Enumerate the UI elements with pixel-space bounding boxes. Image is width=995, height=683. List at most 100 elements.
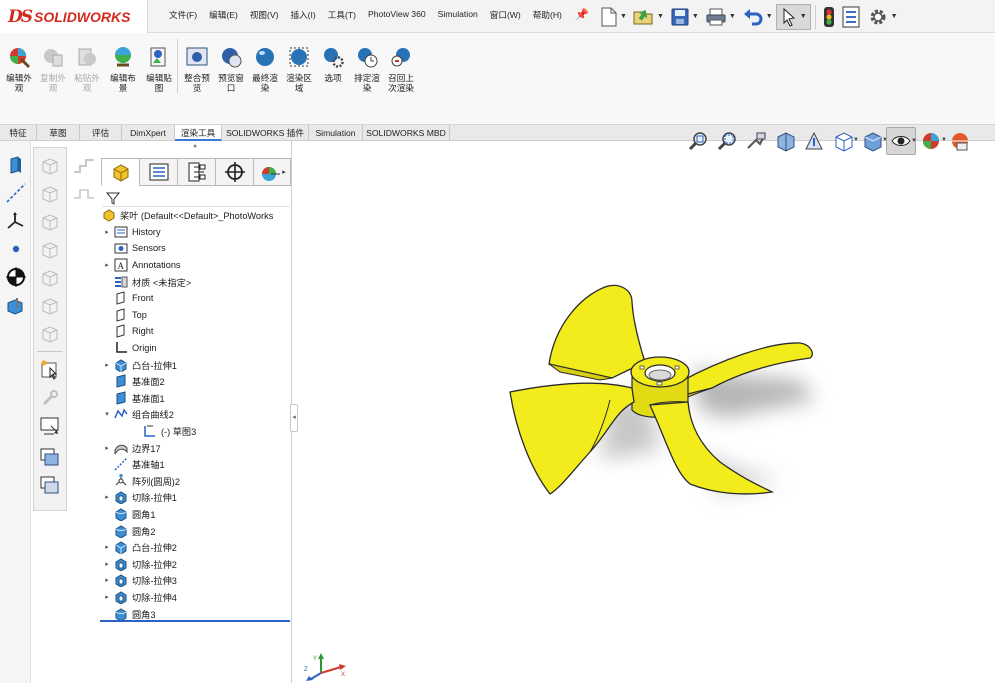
configuration-manager-tab[interactable] — [177, 158, 215, 186]
tree-item[interactable]: 基准轴1 — [100, 456, 292, 473]
expand-arrow-icon[interactable]: ▸ — [103, 593, 111, 601]
paste-appearance-button[interactable]: 粘贴外观 — [70, 45, 104, 93]
part-view-button[interactable] — [4, 153, 27, 176]
tab-sketch[interactable]: 草图 — [37, 125, 80, 141]
save-button[interactable]: ▼ — [667, 4, 702, 30]
reference-triad[interactable]: Y X Z — [303, 651, 349, 683]
tree-item[interactable]: 阵列(圆周)2 — [100, 473, 292, 490]
file-properties-button[interactable] — [838, 4, 864, 30]
expand-arrow-icon[interactable]: ▸ — [103, 444, 111, 452]
tab-solidworks-addins[interactable]: SOLIDWORKS 插件 — [222, 125, 309, 141]
zoom-to-fit-button[interactable] — [683, 127, 712, 155]
tree-item[interactable]: ▸ A Annotations — [100, 257, 292, 274]
filter-surface-bodies-button[interactable] — [38, 238, 62, 262]
chevron-right-icon[interactable]: ▸ — [282, 168, 286, 176]
point-button[interactable] — [4, 237, 27, 260]
menu-file[interactable]: 文件(F) — [163, 9, 203, 21]
pulse-layer-toggle[interactable] — [72, 186, 96, 205]
chevron-down-icon[interactable]: ▼ — [891, 13, 898, 20]
display-manager-tab[interactable]: ▸ — [253, 158, 291, 186]
menu-window[interactable]: 窗口(W) — [484, 9, 527, 21]
tree-item[interactable]: ▸ 切除-拉伸1 — [100, 489, 292, 506]
view-orientation-button[interactable]: ▼ — [828, 127, 859, 155]
expand-arrow-icon[interactable]: ▸ — [103, 228, 111, 236]
solidworks-logo[interactable]: DS SOLIDWORKS — [0, 0, 148, 33]
edit-appearance-hud-button[interactable]: ▼ — [916, 127, 947, 155]
edit-decal-button[interactable]: 编辑贴图 — [142, 45, 176, 93]
open-button[interactable]: ▼ — [630, 4, 667, 30]
graphics-area[interactable] — [293, 157, 995, 683]
center-of-mass-button[interactable] — [4, 265, 27, 288]
recall-last-render-button[interactable]: 召回上次渲染 — [384, 45, 418, 93]
select-tool-button[interactable] — [38, 358, 62, 382]
render-options-button[interactable]: 选项 — [316, 45, 350, 83]
undo-button[interactable]: ▼ — [739, 4, 776, 30]
previous-view-button[interactable] — [741, 127, 770, 155]
new-document-button[interactable]: ▼ — [597, 4, 630, 30]
tree-item[interactable]: (-) 草图3 — [100, 423, 292, 440]
hide-show-items-button[interactable]: ▼ — [886, 127, 917, 155]
expand-arrow-icon[interactable]: ▸ — [103, 493, 111, 501]
propeller-model[interactable] — [293, 157, 995, 683]
edit-scene-button[interactable]: 编辑布景 — [106, 45, 140, 93]
expand-arrow-icon[interactable]: ▸ — [103, 543, 111, 551]
filter-axes-button[interactable] — [38, 294, 62, 318]
chevron-down-icon[interactable]: ▼ — [692, 13, 699, 20]
apply-scene-button[interactable] — [945, 127, 974, 155]
chevron-down-icon[interactable]: ▼ — [800, 13, 807, 20]
property-manager-tab[interactable] — [139, 158, 177, 186]
menu-tools[interactable]: 工具(T) — [322, 9, 362, 21]
measure-button[interactable] — [38, 386, 62, 410]
tree-item[interactable]: 基准面2 — [100, 373, 292, 390]
tree-filter-bar[interactable] — [102, 189, 290, 207]
schedule-render-button[interactable]: 排定渲染 — [350, 45, 384, 93]
tree-item[interactable]: ▾ 组合曲线2 — [100, 406, 292, 423]
filter-faces-button[interactable] — [38, 210, 62, 234]
tree-item[interactable]: 圆角2 — [100, 522, 292, 539]
tab-render-tools[interactable]: 渲染工具 — [175, 125, 222, 141]
pin-menu-icon[interactable]: 📌 — [575, 8, 589, 21]
copy-window-button[interactable] — [38, 446, 62, 470]
rebuild-button[interactable] — [820, 4, 838, 30]
select-button[interactable]: ▼ — [775, 3, 811, 30]
expand-arrow-icon[interactable]: ▸ — [103, 361, 111, 369]
expand-arrow-icon[interactable]: ▸ — [103, 576, 111, 584]
integrated-preview-button[interactable]: 整合预览 — [180, 45, 214, 93]
tree-item[interactable]: Right — [100, 323, 292, 340]
tree-item[interactable]: ▸ 切除-拉伸2 — [100, 555, 292, 572]
line-tool-button[interactable] — [4, 181, 27, 204]
chevron-down-icon[interactable]: ▼ — [620, 13, 627, 20]
menu-insert[interactable]: 插入(I) — [284, 9, 321, 21]
tree-item[interactable]: Sensors — [100, 240, 292, 257]
options-button[interactable]: ▼ — [864, 4, 901, 30]
tab-evaluate[interactable]: 评估 — [80, 125, 122, 141]
tree-item[interactable]: 材质 <未指定> — [100, 273, 292, 290]
filter-planes-button[interactable] — [38, 322, 62, 346]
tab-solidworks-mbd[interactable]: SOLIDWORKS MBD — [363, 125, 450, 141]
tree-item[interactable]: ▸ History — [100, 224, 292, 241]
render-region-button[interactable]: 渲染区域 — [282, 45, 316, 93]
menu-simulation[interactable]: Simulation — [432, 9, 484, 21]
rollback-bar[interactable] — [100, 620, 290, 622]
tab-simulation[interactable]: Simulation — [309, 125, 363, 141]
tree-item[interactable]: ▸ 边界17 — [100, 439, 292, 456]
zoom-to-area-button[interactable] — [712, 127, 741, 155]
sketch-layer-toggle[interactable] — [72, 156, 96, 179]
tree-item[interactable]: Front — [100, 290, 292, 307]
tree-item[interactable]: 基准面1 — [100, 390, 292, 407]
filter-edges-button[interactable] — [38, 182, 62, 206]
menu-help[interactable]: 帮助(H) — [527, 9, 568, 21]
tile-windows-button[interactable] — [38, 474, 62, 498]
dynamic-annotation-views-button[interactable] — [799, 127, 828, 155]
tab-dimxpert[interactable]: DimXpert — [122, 125, 175, 141]
expand-arrow-icon[interactable]: ▸ — [103, 261, 111, 269]
filter-solid-bodies-button[interactable] — [38, 266, 62, 290]
filter-vertices-button[interactable] — [38, 154, 62, 178]
menu-photoview[interactable]: PhotoView 360 — [362, 9, 432, 21]
tab-features[interactable]: 特征 — [0, 125, 37, 141]
tree-item[interactable]: Top — [100, 307, 292, 324]
dimxpert-manager-tab[interactable] — [215, 158, 253, 186]
chevron-down-icon[interactable]: ▼ — [766, 13, 773, 20]
tree-item[interactable]: 圆角1 — [100, 506, 292, 523]
copy-appearance-button[interactable]: 复制外观 — [36, 45, 70, 93]
